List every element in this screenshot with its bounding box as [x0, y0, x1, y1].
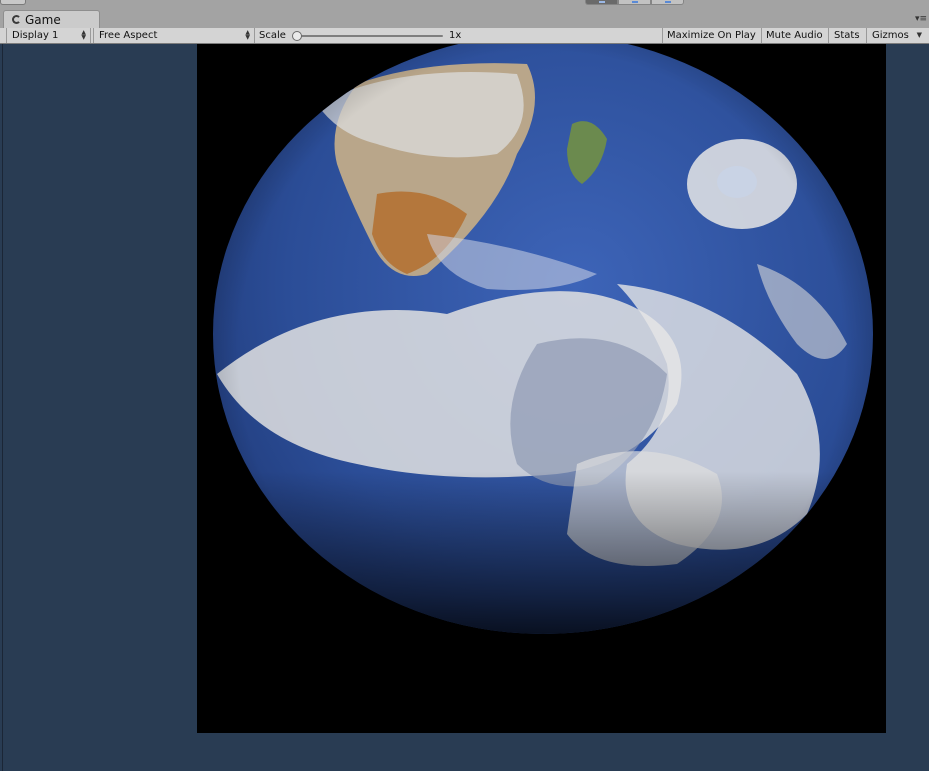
gizmos-label: Gizmos [872, 30, 909, 41]
pause-icon [631, 1, 638, 3]
tab-label: Game [25, 12, 61, 27]
mute-audio-label: Mute Audio [766, 30, 823, 41]
chevron-down-icon: ▼ [916, 31, 922, 39]
tab-menu-icon[interactable]: ▾≡ [915, 15, 927, 24]
maximize-on-play-toggle[interactable]: Maximize On Play [663, 28, 762, 43]
play-icon [598, 1, 605, 3]
scale-slider-thumb[interactable] [292, 31, 302, 41]
editor-top-strip: Game ▾≡ [0, 0, 929, 29]
stats-label: Stats [834, 30, 860, 41]
tab-game[interactable]: Game [3, 10, 100, 28]
aspect-label: Free Aspect [99, 30, 158, 41]
previous-tab-stub[interactable] [0, 0, 26, 5]
aspect-dropdown[interactable]: Free Aspect ▲ ▼ [93, 28, 255, 43]
scale-slider-track[interactable] [295, 35, 443, 37]
updown-arrows-icon: ▲ ▼ [245, 29, 250, 41]
play-controls [585, 0, 684, 5]
step-button[interactable] [651, 0, 684, 5]
step-icon [664, 1, 671, 3]
updown-arrows-icon: ▲ ▼ [81, 29, 86, 41]
game-controller-icon [12, 15, 21, 24]
display-dropdown[interactable]: Display 1 ▲ ▼ [6, 28, 91, 43]
scale-value: 1x [449, 30, 462, 41]
gizmos-dropdown[interactable]: Gizmos ▼ [867, 28, 929, 43]
play-button[interactable] [585, 0, 618, 5]
earth-render [197, 44, 886, 733]
scale-label: Scale [259, 30, 286, 41]
pause-button[interactable] [618, 0, 651, 5]
maximize-on-play-label: Maximize On Play [667, 30, 756, 41]
mute-audio-toggle[interactable]: Mute Audio [762, 28, 829, 43]
display-label: Display 1 [12, 30, 59, 41]
stats-toggle[interactable]: Stats [829, 28, 867, 43]
game-render-view[interactable] [197, 44, 886, 733]
game-toolbar: Display 1 ▲ ▼ Free Aspect ▲ ▼ Scale 1x Max… [0, 28, 929, 44]
